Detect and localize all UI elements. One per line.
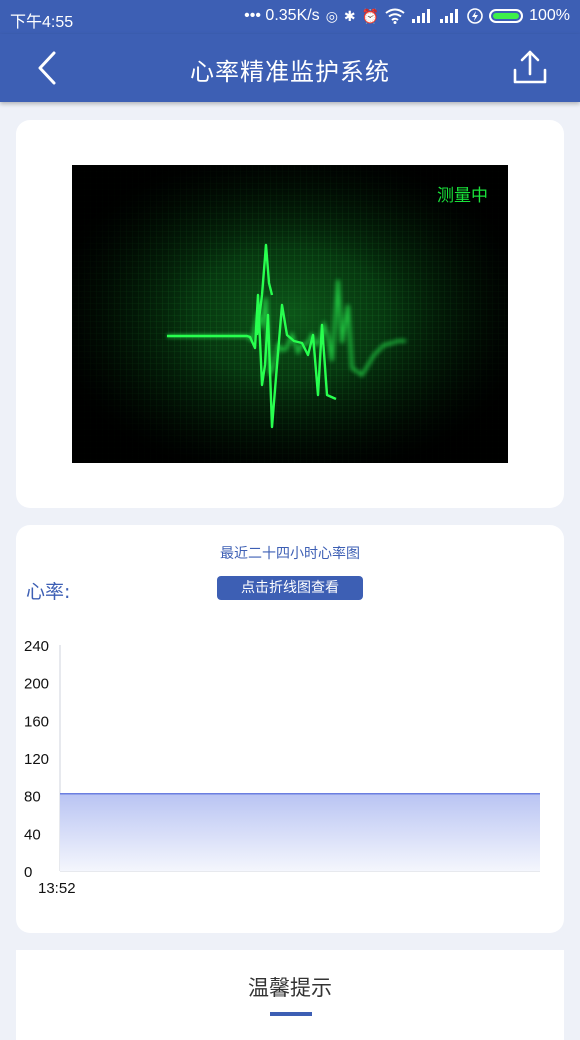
y-tick-label: 80 <box>24 789 41 806</box>
chart-subtitle: 最近二十四小时心率图 <box>220 546 360 562</box>
wifi-icon <box>385 8 405 24</box>
status-time: 下午4:55 <box>10 14 74 31</box>
network-speed: ••• 0.35K/s <box>244 7 320 24</box>
sync-icon: ◎ <box>325 8 338 24</box>
y-tick-label: 0 <box>24 864 32 881</box>
app-bar: 心率精准监护系统 <box>0 34 580 102</box>
y-tick-label: 240 <box>24 638 49 655</box>
y-tick-label: 120 <box>24 751 49 768</box>
signal-icon <box>412 9 431 23</box>
status-bar: 下午4:55 ••• 0.35K/s ◎ ✱ ⏰ 100% <box>0 0 580 34</box>
charging-icon <box>467 8 483 24</box>
signal-icon-2 <box>440 9 459 23</box>
heart-rate-chart-card: 最近二十四小时心率图 心率: 点击折线图查看 0 40 80 120 160 200 240… <box>16 525 564 933</box>
share-upload-icon <box>513 50 547 84</box>
share-button[interactable] <box>510 46 550 90</box>
ecg-monitor-screen: 测量中 <box>72 165 508 463</box>
x-tick-label: 13:52 <box>38 880 76 897</box>
tips-card: 温馨提示 <box>16 950 564 1040</box>
heart-rate-label: 心率: <box>26 581 71 603</box>
page-title: 心率精准监护系统 <box>190 58 390 86</box>
alarm-icon: ⏰ <box>361 8 380 24</box>
y-tick-label: 40 <box>24 826 41 843</box>
battery-icon <box>489 9 524 23</box>
bluetooth-icon: ✱ <box>343 8 356 24</box>
tips-underline <box>270 1012 312 1016</box>
ecg-graphic <box>72 165 508 463</box>
y-tick-label: 200 <box>24 676 49 693</box>
tips-title: 温馨提示 <box>248 976 332 1000</box>
status-icons: ••• 0.35K/s ◎ ✱ ⏰ 100% <box>244 7 570 25</box>
series-area <box>60 793 540 871</box>
measuring-status: 测量中 <box>437 186 488 206</box>
ecg-monitor-card: 测量中 <box>16 120 564 508</box>
y-tick-label: 160 <box>24 713 49 730</box>
heart-rate-chart: 0 40 80 120 160 200 240 13:52 <box>24 638 540 897</box>
view-line-chart-button[interactable]: 点击折线图查看 <box>217 576 363 600</box>
battery-percent: 100% <box>529 7 570 24</box>
